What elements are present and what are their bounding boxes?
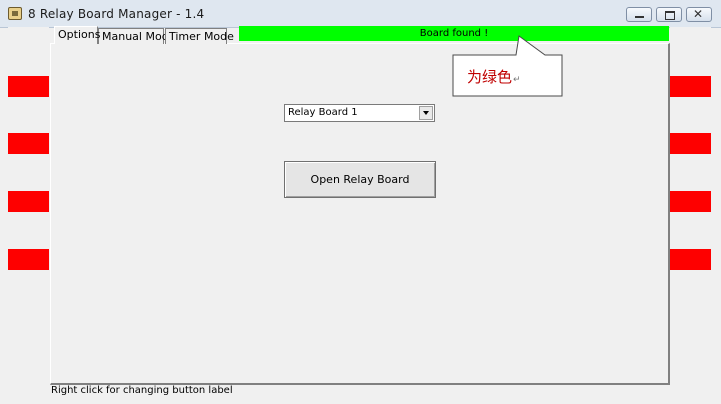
hint-text: Right click for changing button label — [51, 385, 233, 396]
open-relay-board-button[interactable]: Open Relay Board — [284, 161, 436, 198]
tab-options[interactable]: Options — [54, 26, 100, 44]
return-mark: ↵ — [513, 75, 521, 85]
callout-label: 为绿色↵ — [467, 66, 521, 87]
board-select[interactable]: Relay Board 1 — [284, 104, 435, 122]
callout-bubble — [452, 35, 563, 97]
board-select-value: Relay Board 1 — [288, 107, 358, 118]
callout-text: 为绿色 — [467, 68, 513, 86]
chevron-down-icon[interactable] — [419, 106, 433, 120]
